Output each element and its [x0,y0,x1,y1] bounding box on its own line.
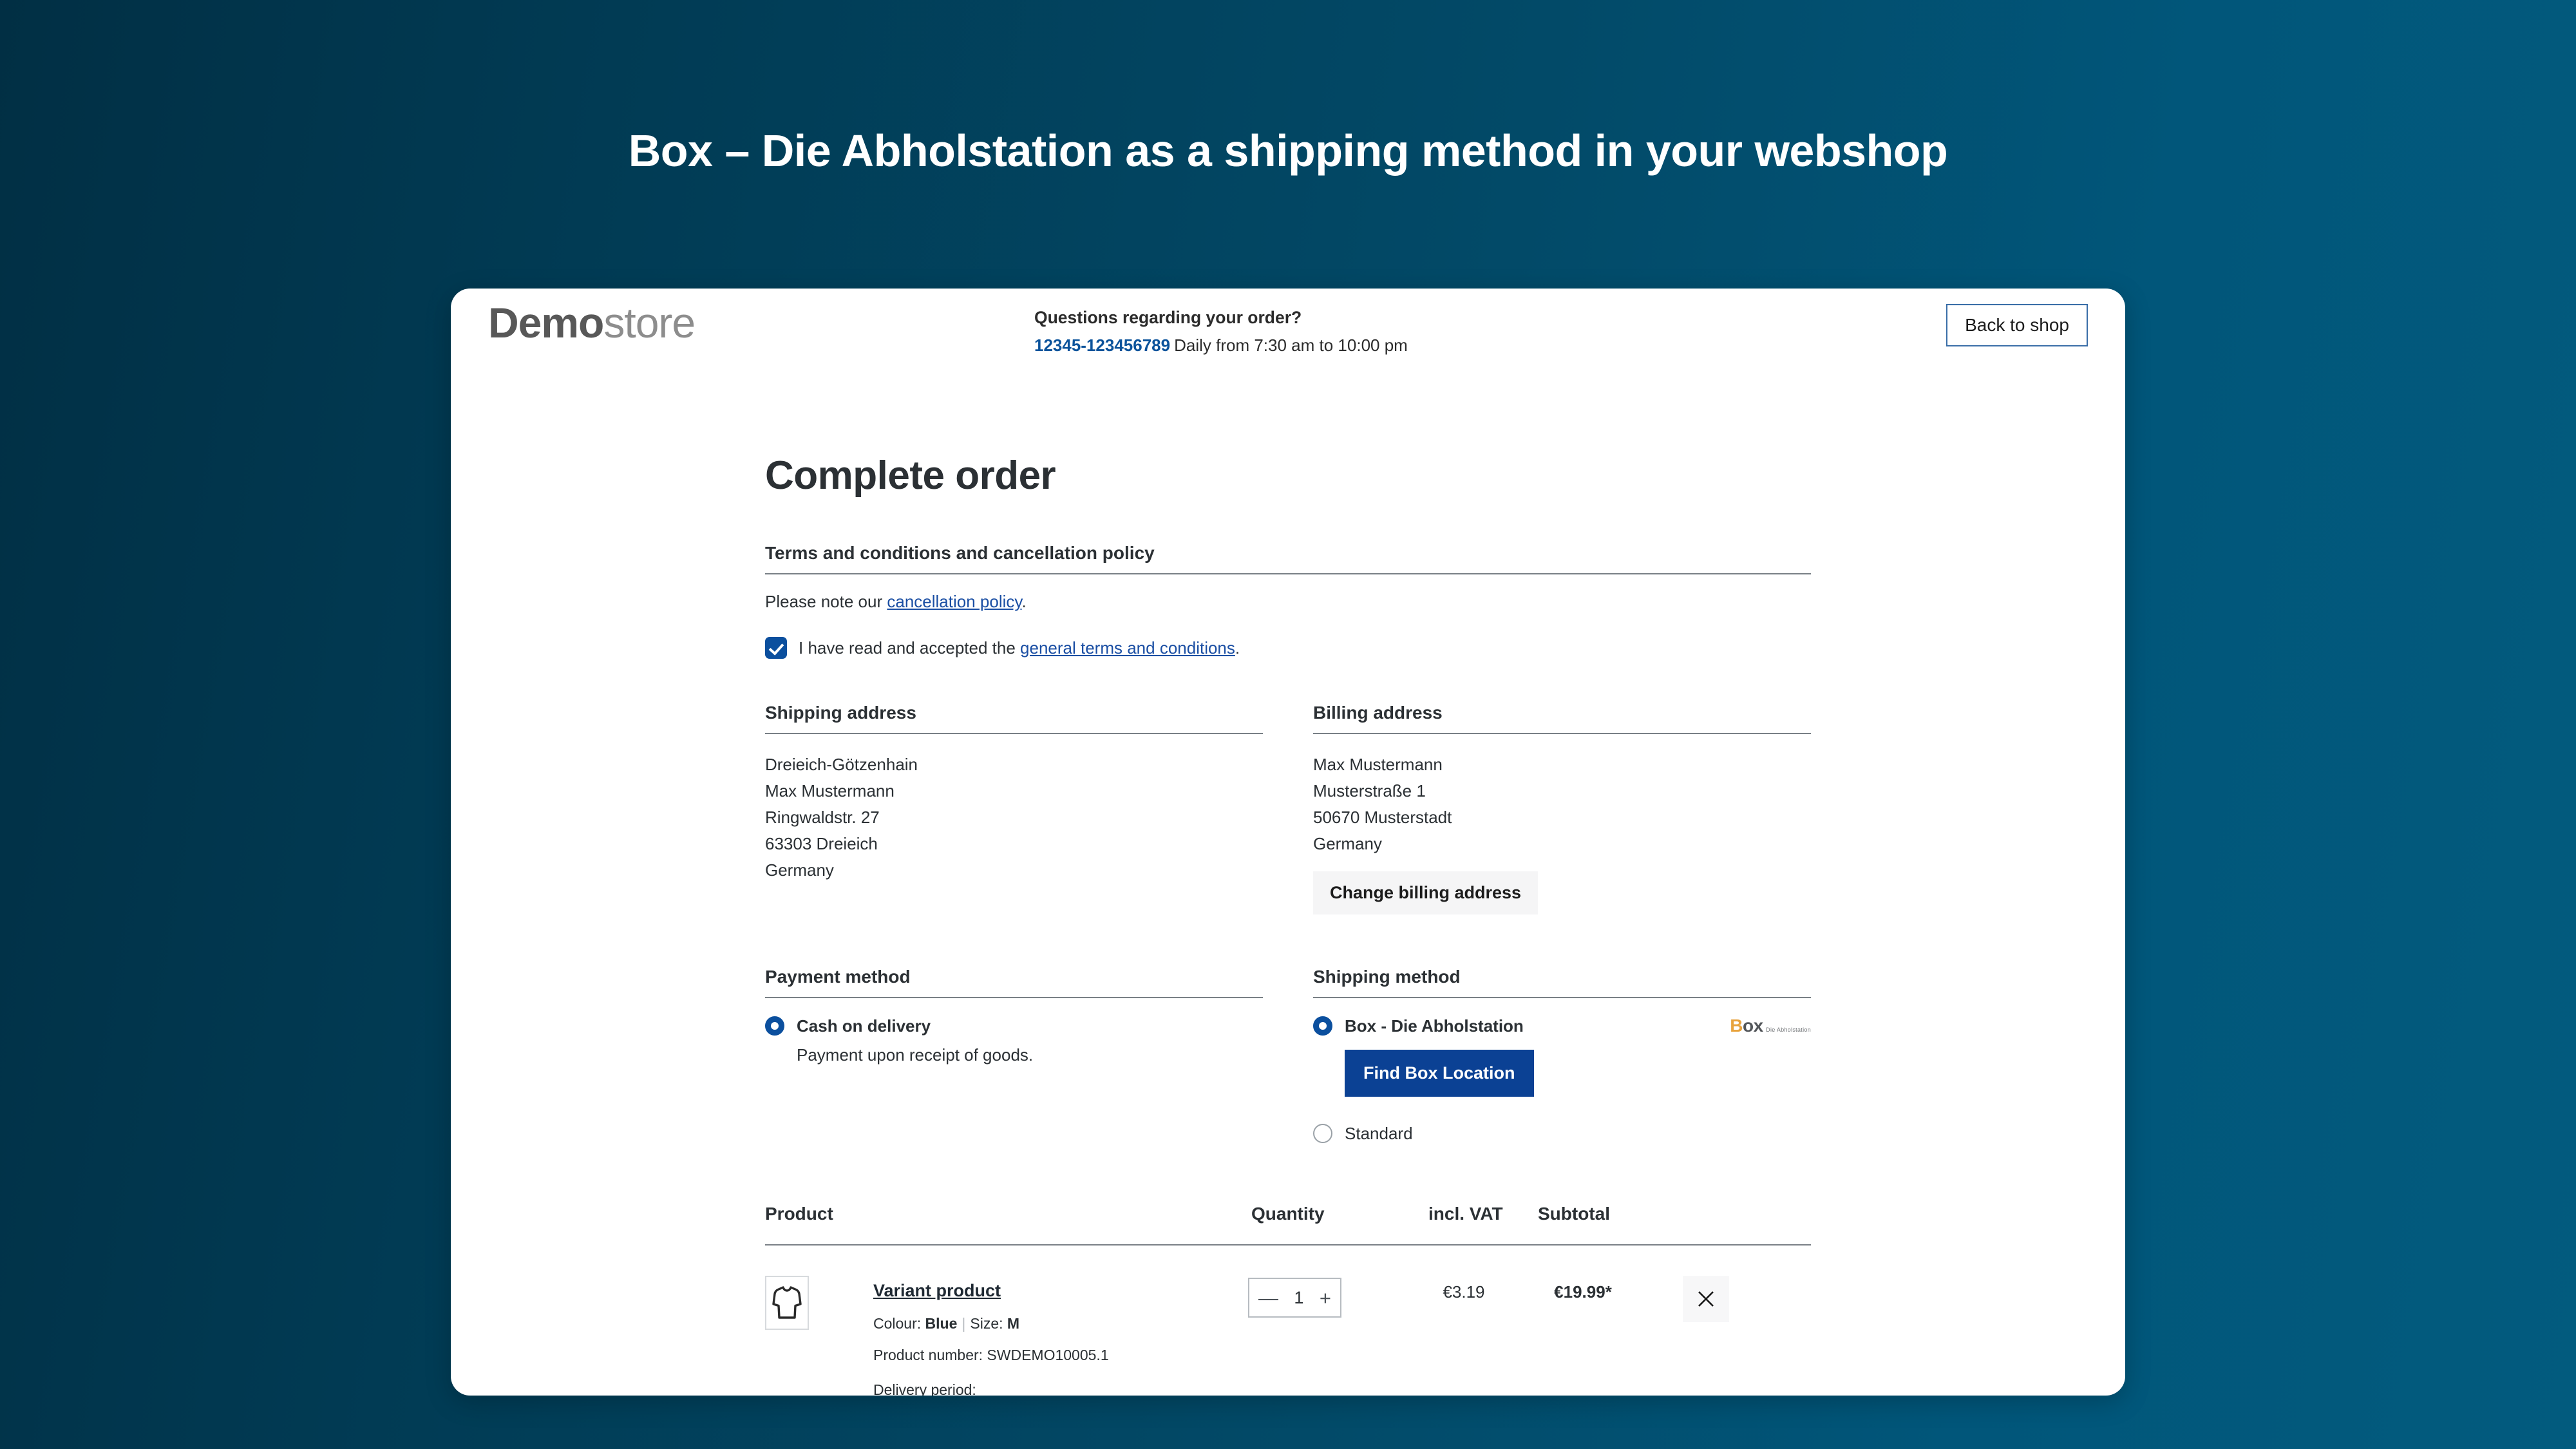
contact-hours: Daily from 7:30 am to 10:00 pm [1174,335,1408,355]
product-variant-meta: Colour: Blue | Size: M [873,1316,1208,1331]
logo-text-light: store [603,299,696,346]
accept-prefix: I have read and accepted the [799,638,1021,658]
shirt-icon [772,1286,802,1320]
remove-item-button[interactable] [1683,1276,1729,1323]
product-number: Product number: SWDEMO10005.1 [873,1347,1109,1364]
cart-header-divider [765,1244,1811,1246]
colour-value: Blue [925,1315,958,1332]
shipping-option-box-label: Box - Die Abholstation [1345,1016,1524,1036]
billing-address-block: Billing address Max Mustermann Musterstr… [1313,703,1811,915]
logo-text-bold: Demo [488,299,604,346]
general-terms-link[interactable]: general terms and conditions [1020,638,1235,658]
demostore-logo[interactable]: Demostore [488,299,696,346]
cell-vat: €3.19 [1443,1282,1485,1302]
payment-method-label: Payment method [765,967,911,987]
radio-box-abholstation[interactable] [1313,1016,1332,1036]
address-line: 63303 Dreieich [765,834,878,854]
address-line: Max Mustermann [765,781,895,801]
radio-cash-on-delivery[interactable] [765,1016,784,1036]
size-value: M [1007,1315,1020,1332]
billing-address-divider [1313,733,1811,734]
quantity-increment-button[interactable]: + [1320,1288,1331,1308]
address-line: 50670 Musterstadt [1313,808,1452,828]
box-logo-accent: B [1730,1016,1743,1036]
shipping-option-standard[interactable]: Standard [1313,1124,1811,1144]
address-line: Max Mustermann [1313,755,1443,774]
radio-standard[interactable] [1313,1124,1332,1144]
contact-title: Questions regarding your order? [1034,308,1302,327]
shipping-method-divider [1313,997,1811,999]
cancellation-policy-link[interactable]: cancellation policy [887,592,1021,611]
box-logo-tagline: Die Abholstation [1766,1027,1811,1034]
meta-separator: | [961,1315,966,1332]
address-line: Dreieich-Götzenhain [765,755,918,774]
payment-method-divider [765,997,1263,999]
shipping-address-label: Shipping address [765,703,916,723]
address-line: Germany [1313,834,1382,854]
shipping-method-block: Shipping method Box - Die Abholstation B… [1313,967,1811,1144]
terms-section: Terms and conditions and cancellation po… [765,544,1811,659]
terms-accept-checkbox[interactable] [765,637,787,659]
contact-block: Questions regarding your order? 12345-12… [1034,309,1408,354]
box-brand-logo: Box Die Abholstation [1730,1017,1811,1035]
slide-canvas: Box – Die Abholstation as a shipping met… [0,0,2576,1449]
cell-subtotal: €19.99* [1554,1282,1612,1302]
product-name-link[interactable]: Variant product [873,1282,1208,1300]
product-thumbnail[interactable] [765,1276,809,1331]
shipping-option-box[interactable]: Box - Die Abholstation Box Die Abholstat… [1313,1016,1811,1036]
checkout-content: Complete order Terms and conditions and … [765,456,1811,1396]
slide-headline: Box – Die Abholstation as a shipping met… [628,126,1948,176]
column-header-vat: incl. VAT [1428,1204,1503,1224]
payment-option-label: Cash on delivery [797,1016,931,1036]
payment-method-block: Payment method Cash on delivery Payment … [765,968,1263,1143]
terms-accept-label: I have read and accepted the general ter… [799,639,1240,656]
address-line: Ringwaldstr. 27 [765,808,880,828]
column-header-product: Product [765,1204,833,1224]
contact-phone-link[interactable]: 12345-123456789 [1034,336,1170,355]
box-logo-rest: ox [1743,1016,1763,1036]
accept-suffix: . [1235,638,1240,658]
quantity-stepper[interactable]: — 1 + [1248,1278,1341,1318]
product-delivery-period: Delivery period: 24/09/2024 - 26/09/2024 [873,1381,976,1396]
shipping-method-label: Shipping method [1313,967,1461,987]
webshop-checkout-panel: Demostore Questions regarding your order… [451,289,2125,1396]
terms-section-label: Terms and conditions and cancellation po… [765,543,1155,563]
change-billing-address-button[interactable]: Change billing address [1313,871,1539,915]
cancellation-note-suffix: . [1021,592,1027,611]
terms-accept-row[interactable]: I have read and accepted the general ter… [765,637,1811,659]
shipping-address-lines: Dreieich-Götzenhain Max Mustermann Ringw… [765,752,1263,884]
cart-table: Product Quantity incl. VAT Subtotal Vari… [765,1205,1811,1396]
back-to-shop-button[interactable]: Back to shop [1946,304,2088,346]
billing-address-lines: Max Mustermann Musterstraße 1 50670 Must… [1313,752,1811,857]
cart-row: Variant product Colour: Blue | Size: M Pro… [765,1276,1811,1396]
payment-option-description: Payment upon receipt of goods. [797,1045,1034,1065]
cancellation-policy-note: Please note our cancellation policy. [765,593,1811,610]
box-logo-wordmark: Box [1730,1016,1763,1036]
method-columns: Payment method Cash on delivery Payment … [765,967,1811,1144]
shipping-option-standard-label: Standard [1345,1124,1413,1144]
colour-label: Colour: [873,1315,925,1332]
address-line: Musterstraße 1 [1313,781,1426,801]
shipping-address-block: Shipping address Dreieich-Götzenhain Max… [765,704,1263,914]
shipping-address-divider [765,733,1263,734]
store-header: Demostore Questions regarding your order… [451,289,2125,385]
product-info: Variant product Colour: Blue | Size: M Pro… [873,1282,1208,1396]
contact-line: 12345-123456789 Daily from 7:30 am to 10:… [1034,337,1408,354]
billing-address-label: Billing address [1313,703,1443,723]
close-icon [1698,1291,1714,1307]
page-title: Complete order [765,453,1056,498]
cancellation-note-prefix: Please note our [765,592,887,611]
quantity-value[interactable]: 1 [1294,1289,1303,1307]
cart-table-header: Product Quantity incl. VAT Subtotal [765,1205,1811,1233]
address-columns: Shipping address Dreieich-Götzenhain Max… [765,703,1811,915]
address-line: Germany [765,860,834,880]
column-header-subtotal: Subtotal [1538,1204,1610,1224]
payment-option-cash-on-delivery[interactable]: Cash on delivery [765,1016,1263,1036]
terms-divider [765,573,1811,574]
column-header-quantity: Quantity [1251,1204,1325,1224]
quantity-decrement-button[interactable]: — [1258,1288,1278,1308]
find-box-location-button[interactable]: Find Box Location [1345,1050,1534,1097]
size-label: Size: [970,1315,1007,1332]
